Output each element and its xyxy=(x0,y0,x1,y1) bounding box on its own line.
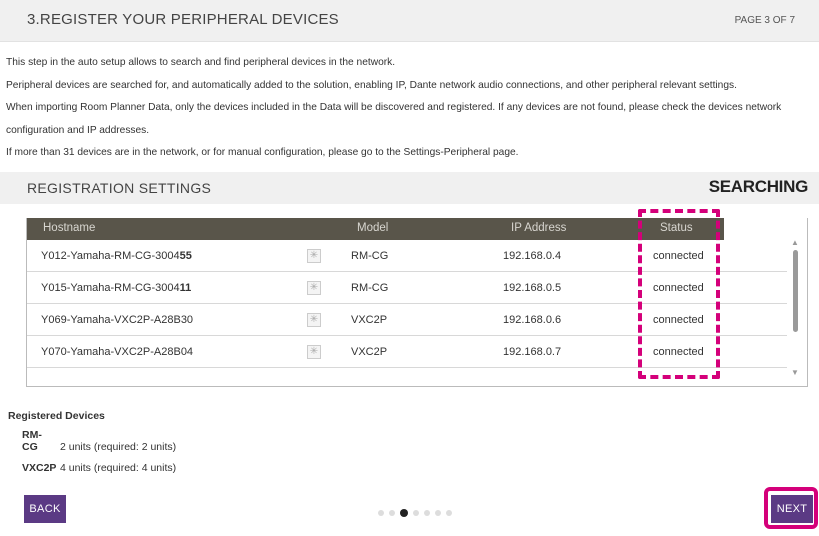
device-model-name: VXC2P xyxy=(22,462,57,474)
back-button[interactable]: BACK xyxy=(24,495,66,523)
description-line: configuration and IP addresses. xyxy=(6,124,150,136)
column-ip-address: IP Address xyxy=(511,222,567,234)
page-dot xyxy=(378,509,384,516)
ip-cell: 192.168.0.5 xyxy=(503,282,562,294)
model-cell: VXC2P xyxy=(351,346,388,358)
column-hostname: Hostname xyxy=(43,222,96,234)
table-scrollbar[interactable]: ▲ ▼ xyxy=(789,238,803,378)
page-dot xyxy=(389,509,395,516)
status-highlight-box xyxy=(638,209,720,379)
page-dot-current xyxy=(400,508,408,517)
registered-device-item: RM-CG 2 units (required: 2 units) xyxy=(22,429,176,453)
step-title: 3.REGISTER YOUR PERIPHERAL DEVICES xyxy=(27,11,339,28)
hostname-cell: Y070-Yamaha-VXC2P-A28B04 xyxy=(41,346,194,358)
description-line: When importing Room Planner Data, only t… xyxy=(6,102,782,113)
description-line: This step in the auto setup allows to se… xyxy=(6,57,396,68)
top-bar: 3.REGISTER YOUR PERIPHERAL DEVICES PAGE … xyxy=(0,0,819,42)
device-model-name: RM-CG xyxy=(22,429,42,453)
section-title: REGISTRATION SETTINGS xyxy=(27,180,212,196)
ip-cell: 192.168.0.6 xyxy=(503,314,562,326)
search-status: SEARCHING xyxy=(708,177,809,196)
ip-cell: 192.168.0.7 xyxy=(503,346,562,358)
device-unit-count: 4 units (required: 4 units) xyxy=(60,462,177,474)
hostname-cell: Y069-Yamaha-VXC2P-A28B30 xyxy=(41,314,194,326)
scroll-down-icon[interactable]: ▼ xyxy=(791,368,799,377)
hostname-cell: Y015-Yamaha-RM-CG-300411 xyxy=(41,282,192,294)
registered-devices-title: Registered Devices xyxy=(8,410,105,422)
next-highlight-box xyxy=(764,487,818,529)
device-unit-count: 2 units (required: 2 units) xyxy=(60,441,177,453)
identify-icon[interactable]: ✳ xyxy=(307,281,321,295)
ip-cell: 192.168.0.4 xyxy=(503,250,562,262)
model-cell: RM-CG xyxy=(351,250,389,262)
section-bar: REGISTRATION SETTINGS SEARCHING xyxy=(0,172,819,204)
registered-devices: Registered Devices RM-CG 2 units (require… xyxy=(8,410,176,483)
description: This step in the auto setup allows to se… xyxy=(6,52,816,165)
page-dot xyxy=(424,509,430,516)
scroll-thumb[interactable] xyxy=(793,250,798,332)
hostname-cell: Y012-Yamaha-RM-CG-300455 xyxy=(41,250,192,262)
page-indicator: PAGE 3 OF 7 xyxy=(734,15,795,26)
column-model: Model xyxy=(357,222,389,234)
table-header: Hostname Model IP Address Status xyxy=(27,218,724,240)
description-line: Peripheral devices are searched for, and… xyxy=(6,79,737,91)
model-cell: VXC2P xyxy=(351,314,388,326)
page-dot xyxy=(435,509,441,516)
description-line: If more than 31 devices are in the netwo… xyxy=(6,147,519,158)
identify-icon[interactable]: ✳ xyxy=(307,249,321,263)
page-dots xyxy=(378,504,457,517)
page-dot xyxy=(446,509,452,516)
scroll-up-icon[interactable]: ▲ xyxy=(791,238,799,247)
model-cell: RM-CG xyxy=(351,282,389,294)
identify-icon[interactable]: ✳ xyxy=(307,313,321,327)
registered-device-item: VXC2P 4 units (required: 4 units) xyxy=(22,462,176,474)
identify-icon[interactable]: ✳ xyxy=(307,345,321,359)
page-dot xyxy=(413,509,419,516)
